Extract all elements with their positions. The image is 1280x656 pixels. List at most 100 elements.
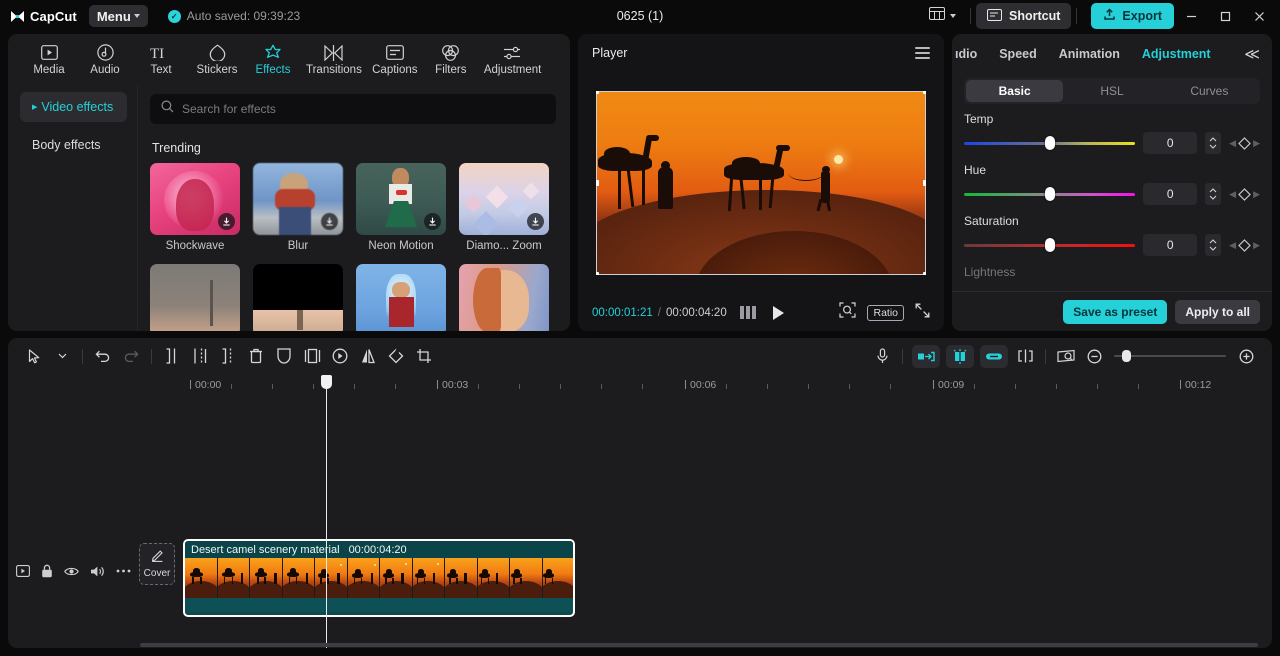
category-video-effects[interactable]: ▶ Video effects <box>20 92 127 122</box>
shortcut-button[interactable]: Shortcut <box>976 3 1071 29</box>
trim-adjacent-icon[interactable] <box>1011 343 1039 369</box>
zoom-out-icon[interactable] <box>1080 343 1108 369</box>
effect-item[interactable]: Blur <box>253 163 343 252</box>
lock-icon[interactable] <box>41 564 53 578</box>
segment-curves[interactable]: Curves <box>1161 80 1258 102</box>
effect-thumbnail[interactable] <box>459 163 549 235</box>
layout-switch-button[interactable] <box>920 4 965 28</box>
effect-item[interactable]: Neon Motion <box>356 163 446 252</box>
temp-slider[interactable] <box>964 136 1135 150</box>
saturation-slider[interactable] <box>964 238 1135 252</box>
preview-icon[interactable] <box>1052 343 1080 369</box>
zoom-preview-icon[interactable] <box>839 302 856 323</box>
player-menu-icon[interactable] <box>915 47 930 59</box>
split-icon[interactable] <box>158 343 186 369</box>
effect-item[interactable] <box>150 264 240 331</box>
freeze-frame-icon[interactable] <box>298 343 326 369</box>
segment-basic[interactable]: Basic <box>966 80 1063 102</box>
prev-keyframe-icon[interactable]: ◀ <box>1229 189 1236 200</box>
effect-thumbnail[interactable] <box>459 264 549 331</box>
export-button[interactable]: Export <box>1091 3 1174 29</box>
effect-thumbnail[interactable] <box>253 264 343 331</box>
trim-end-icon[interactable] <box>214 343 242 369</box>
temp-value-input[interactable]: 0 <box>1143 132 1197 154</box>
frame-view-icon[interactable] <box>740 306 756 319</box>
link-icon[interactable] <box>980 345 1008 368</box>
timeline-zoom-slider[interactable] <box>1114 350 1226 362</box>
resize-handle[interactable] <box>923 180 926 186</box>
tab-captions[interactable]: Captions <box>368 40 422 76</box>
smart-edit-icon[interactable] <box>946 345 974 368</box>
slider-knob[interactable] <box>1045 136 1055 150</box>
playhead-handle[interactable] <box>321 375 332 389</box>
download-icon[interactable] <box>218 213 235 230</box>
tab-animation[interactable]: Animation <box>1048 47 1131 61</box>
hue-stepper[interactable] <box>1205 183 1221 205</box>
tab-stickers[interactable]: Stickers <box>190 40 244 76</box>
tab-filters[interactable]: Filters <box>424 40 478 76</box>
timeline-ruler[interactable]: 00:00 00:03 00:06 00:09 00:12 <box>8 374 1272 400</box>
maximize-button[interactable] <box>1208 0 1242 32</box>
category-body-effects[interactable]: Body effects <box>20 130 127 160</box>
resize-handle[interactable] <box>596 180 599 186</box>
mask-icon[interactable] <box>270 343 298 369</box>
track-type-icon[interactable] <box>16 565 30 577</box>
volume-icon[interactable] <box>90 565 105 578</box>
delete-icon[interactable] <box>242 343 270 369</box>
download-icon[interactable] <box>527 213 544 230</box>
rotate-icon[interactable] <box>382 343 410 369</box>
hue-value-input[interactable]: 0 <box>1143 183 1197 205</box>
effect-item[interactable] <box>356 264 446 331</box>
effect-thumbnail[interactable] <box>150 264 240 331</box>
minimize-button[interactable] <box>1174 0 1208 32</box>
ratio-button[interactable]: Ratio <box>867 305 904 321</box>
slider-knob[interactable] <box>1045 187 1055 201</box>
select-tool-dropdown-icon[interactable] <box>48 343 76 369</box>
effect-thumbnail[interactable] <box>253 163 343 235</box>
search-input[interactable]: Search for effects <box>150 94 556 124</box>
tab-media[interactable]: Media <box>22 40 76 76</box>
timeline-tracks[interactable]: Cover Desert camel scenery material 00:0… <box>8 400 1272 648</box>
effect-thumbnail[interactable] <box>150 163 240 235</box>
tab-text[interactable]: TI Text <box>134 40 188 76</box>
hue-keyframe-button[interactable]: ◀ ▶ <box>1229 188 1260 201</box>
segment-hsl[interactable]: HSL <box>1063 80 1160 102</box>
saturation-value-input[interactable]: 0 <box>1143 234 1197 256</box>
saturation-stepper[interactable] <box>1205 234 1221 256</box>
mirror-icon[interactable] <box>354 343 382 369</box>
download-icon[interactable] <box>424 213 441 230</box>
cover-button[interactable]: Cover <box>139 543 175 585</box>
tab-speed[interactable]: Speed <box>988 47 1048 61</box>
hue-slider[interactable] <box>964 187 1135 201</box>
resize-handle[interactable] <box>923 272 926 275</box>
download-icon[interactable] <box>321 213 338 230</box>
zoom-track[interactable] <box>1114 350 1226 362</box>
effect-thumbnail[interactable] <box>356 163 446 235</box>
keyframe-play-icon[interactable] <box>326 343 354 369</box>
tab-adjustment[interactable]: Adjustment <box>480 40 546 76</box>
effect-item[interactable]: Diamo... Zoom <box>459 163 549 252</box>
tab-adjustment[interactable]: Adjustment <box>1131 47 1222 61</box>
saturation-keyframe-button[interactable]: ◀ ▶ <box>1229 239 1260 252</box>
crop-icon[interactable] <box>410 343 438 369</box>
effect-item[interactable]: Shockwave <box>150 163 240 252</box>
zoom-knob[interactable] <box>1122 350 1131 362</box>
slider-knob[interactable] <box>1045 238 1055 252</box>
close-button[interactable] <box>1242 0 1276 32</box>
undo-icon[interactable] <box>89 343 117 369</box>
effect-item[interactable] <box>459 264 549 331</box>
tab-audio[interactable]: ıdio <box>944 47 988 61</box>
select-tool-icon[interactable] <box>20 343 48 369</box>
collapse-panel-icon[interactable]: ≪ <box>1244 45 1272 63</box>
next-keyframe-icon[interactable]: ▶ <box>1253 189 1260 200</box>
zoom-in-icon[interactable] <box>1232 343 1260 369</box>
next-keyframe-icon[interactable]: ▶ <box>1253 138 1260 149</box>
prev-keyframe-icon[interactable]: ◀ <box>1229 138 1236 149</box>
tab-audio[interactable]: Audio <box>78 40 132 76</box>
tab-transitions[interactable]: Transitions <box>302 40 366 76</box>
effect-thumbnail[interactable] <box>356 264 446 331</box>
resize-handle[interactable] <box>596 272 599 275</box>
temp-keyframe-button[interactable]: ◀ ▶ <box>1229 137 1260 150</box>
redo-icon[interactable] <box>117 343 145 369</box>
trim-start-icon[interactable] <box>186 343 214 369</box>
